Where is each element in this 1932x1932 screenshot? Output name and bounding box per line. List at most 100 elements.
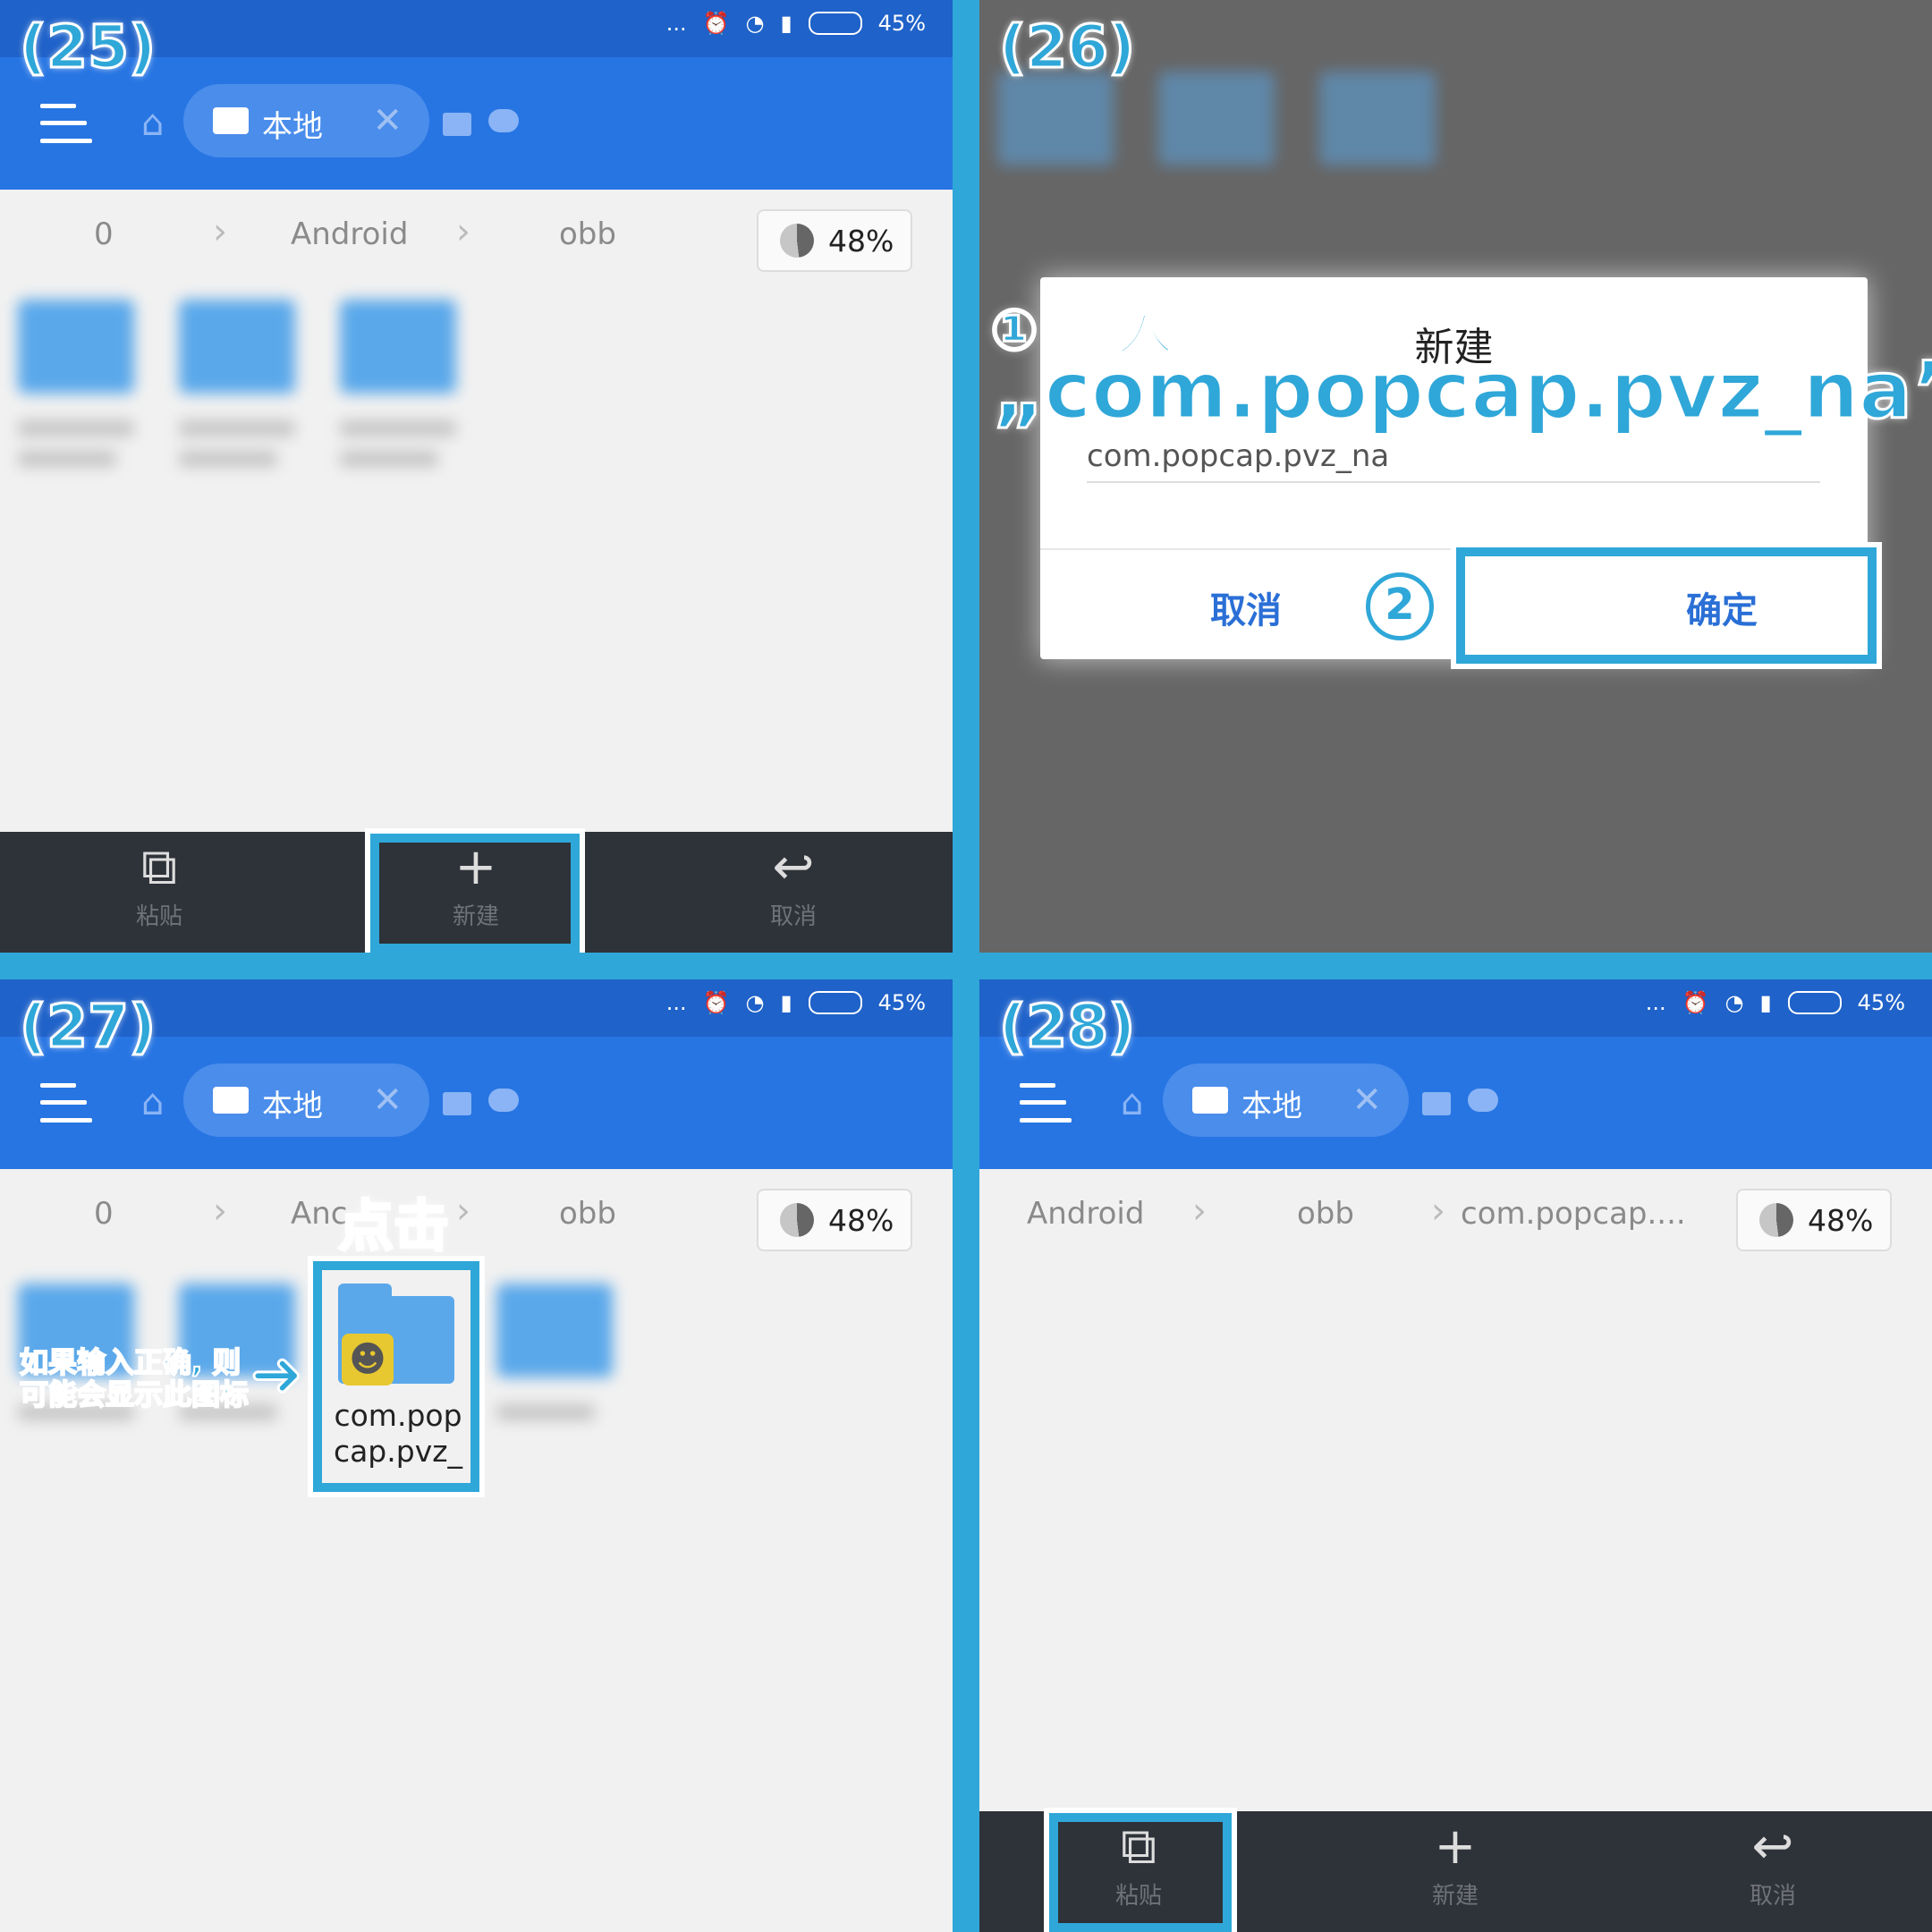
highlight-box [1044,1808,1237,1932]
panel-26: 新建 com.popcap.pvz_na 取消 确定 2 ① 输入 „com.p… [979,0,1932,953]
folder-item-blurred[interactable] [179,300,295,467]
annotation-value: „com.popcap.pvz_na” [991,343,1932,438]
cloud-icon[interactable] [488,1089,519,1112]
signal-icon: ▮ [780,990,792,1015]
wifi-icon: ◔ [745,990,765,1015]
battery-icon [808,991,862,1014]
pie-icon [780,224,814,258]
crumb-pvz[interactable]: com.popcap.... [1461,1196,1686,1232]
chevron-right-icon: › [456,1191,470,1232]
folder-pvz[interactable]: ☻ [338,1284,454,1385]
signal-icon: ▮ [1759,990,1772,1015]
cloud-icon[interactable] [1468,1089,1498,1112]
sdcard-icon [213,107,249,134]
folder-item-blurred [1158,72,1275,165]
more-dots: ... [665,990,687,1015]
alarm-icon: ⏰ [702,990,730,1015]
cancel-label: 取消 [1749,1883,1796,1910]
home-icon[interactable]: ⌂ [141,1085,177,1121]
alarm-icon: ⏰ [702,11,730,36]
dialog-cancel-button[interactable]: 取消 [1210,581,1282,633]
crumb-obb[interactable]: obb [1297,1196,1354,1232]
crumb-obb[interactable]: obb [559,1196,616,1232]
crumb-obb[interactable]: obb [559,216,616,252]
media-icon[interactable] [443,113,471,136]
storage-usage[interactable]: 48% [1736,1189,1892,1251]
cancel-button[interactable]: ↩ 取消 [686,832,901,953]
folder-name-input[interactable]: com.popcap.pvz_na [1087,438,1820,483]
chevron-right-icon: › [213,1191,227,1232]
tab-local[interactable]: 本地 ✕ [1163,1063,1409,1137]
cloud-icon[interactable] [488,109,519,132]
signal-icon: ▮ [780,11,792,36]
hint-line-1: 如果输入正确, 则 [19,1345,242,1379]
media-icon[interactable] [443,1092,471,1115]
more-dots: ... [1645,990,1666,1015]
arrow-right-icon: ➜ [250,1336,305,1412]
storage-percent: 48% [828,224,894,258]
sdcard-icon [1192,1087,1228,1114]
tab-local[interactable]: 本地 ✕ [183,1063,429,1137]
paste-label: 粘贴 [135,903,182,930]
panel-27: ... ⏰ ◔ ▮ 45% ⌂ 本地 ✕ 0 › Anc › obb 48% ☻… [0,979,953,1932]
tab-label: 本地 [262,109,323,145]
home-icon[interactable]: ⌂ [1121,1085,1157,1121]
breadcrumb: Android › obb › com.popcap.... 48% [979,1169,1932,1267]
folder-item-blurred[interactable] [340,300,456,467]
tab-local[interactable]: 本地 ✕ [183,84,429,157]
storage-usage[interactable]: 48% [757,1189,912,1251]
battery-percent: 45% [1857,990,1905,1015]
wifi-icon: ◔ [1724,990,1744,1015]
folder-item-blurred[interactable] [18,300,134,467]
menu-icon[interactable] [40,104,92,143]
close-icon[interactable]: ✕ [372,1080,402,1121]
menu-icon[interactable] [1020,1083,1072,1123]
zombie-app-icon: ☻ [342,1334,394,1385]
plus-icon: + [1434,1818,1477,1876]
step-label: (26) [997,12,1136,83]
paste-icon: ⧉ [141,838,177,896]
pie-icon [1759,1203,1793,1237]
crumb-0[interactable]: 0 [94,1196,114,1232]
sdcard-icon [213,1087,249,1114]
cancel-button[interactable]: ↩ 取消 [1665,1811,1880,1932]
alarm-icon: ⏰ [1682,990,1709,1015]
chevron-right-icon: › [456,211,470,252]
tab-label: 本地 [1241,1089,1302,1124]
step-label: (28) [997,991,1136,1063]
highlight-box [365,828,585,953]
chevron-right-icon: › [1192,1191,1207,1232]
battery-icon [808,12,862,35]
panel-28: ... ⏰ ◔ ▮ 45% ⌂ 本地 ✕ Android › obb › com… [979,979,1932,1932]
folder-name-line-2: cap.pvz_ [333,1434,463,1469]
annotation-click: 点击 [336,1192,450,1260]
home-icon[interactable]: ⌂ [141,106,177,141]
cancel-label: 取消 [769,903,817,930]
hint-line-2: 可能会显示此图标 [19,1377,250,1411]
crumb-0[interactable]: 0 [94,216,114,252]
close-icon[interactable]: ✕ [1352,1080,1382,1121]
pie-icon [780,1203,814,1237]
new-button[interactable]: + 新建 [1348,1811,1563,1932]
step-label: (25) [18,12,157,83]
chevron-right-icon: › [213,211,227,252]
menu-icon[interactable] [40,1083,92,1123]
battery-percent: 45% [877,11,926,36]
battery-percent: 45% [877,990,926,1015]
folder-name: com.pop cap.pvz_ [322,1398,474,1470]
folder-item-blurred[interactable] [496,1284,613,1420]
highlight-box [1451,542,1882,669]
panel-25: ... ⏰ ◔ ▮ 45% ⌂ 本地 ✕ 0 › Android › obb 4… [0,0,953,953]
return-icon: ↩ [1751,1818,1794,1876]
new-label: 新建 [1431,1883,1479,1910]
crumb-android[interactable]: Android [1027,1196,1144,1232]
close-icon[interactable]: ✕ [372,100,402,141]
crumb-android[interactable]: Android [291,216,408,252]
folder-item-blurred [997,72,1114,165]
media-icon[interactable] [1422,1092,1451,1115]
step-label: (27) [18,991,157,1063]
paste-button[interactable]: ⧉ 粘贴 [52,832,267,953]
return-icon: ↩ [772,838,815,896]
wifi-icon: ◔ [745,11,765,36]
storage-usage[interactable]: 48% [757,209,912,272]
